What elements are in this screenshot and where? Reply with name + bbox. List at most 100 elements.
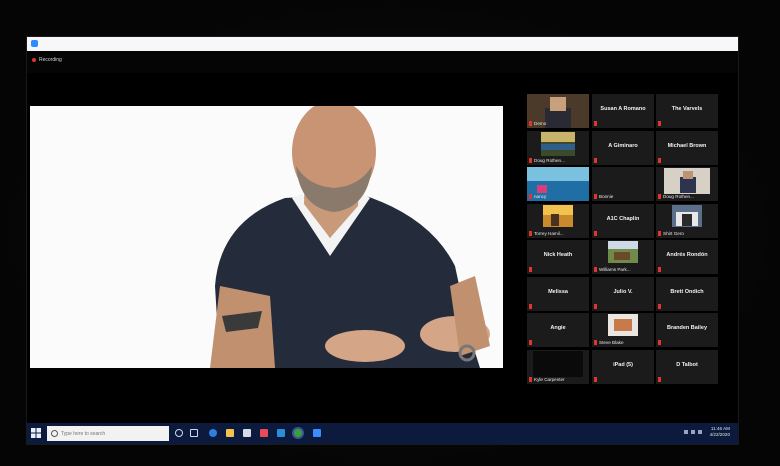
muted-mic-icon [594, 121, 597, 126]
participant-tile[interactable]: Angie [527, 313, 589, 347]
participant-name: Susan A Romano [600, 106, 646, 112]
participant-name: Melissa [548, 288, 568, 295]
store-icon[interactable] [243, 429, 251, 437]
participant-name: Branden Bailey [666, 325, 708, 331]
clock-date: 4/22/2020 [709, 432, 730, 437]
muted-mic-icon [658, 121, 661, 126]
chevron-up-icon[interactable] [684, 430, 688, 434]
muted-mic-icon [658, 157, 661, 163]
participant-tile[interactable]: D Talbot [656, 349, 718, 384]
mail-icon[interactable] [277, 429, 285, 437]
office-icon[interactable] [260, 429, 268, 437]
muted-mic-icon [594, 157, 597, 163]
participant-gallery: Demo Susan A Romano The Varvels Doug Rothen… [527, 94, 718, 384]
muted-mic-icon [529, 376, 532, 382]
muted-mic-icon [658, 194, 661, 199]
participant-tile[interactable]: A Giminaro [592, 130, 654, 165]
muted-mic-icon [529, 121, 532, 126]
participant-tile[interactable]: Melissa [527, 276, 589, 311]
participant-name: The Varvels [671, 106, 703, 112]
muted-mic-icon [594, 376, 597, 382]
muted-mic-icon [658, 376, 661, 382]
participant-name: Julio V. [613, 288, 633, 295]
muted-mic-icon [658, 230, 661, 236]
recording-label: Recording [39, 57, 62, 63]
participant-label: Doug Rothen... [534, 157, 565, 163]
participant-label: Doug Rothen... [663, 194, 694, 199]
participant-tile[interactable]: Demo [527, 94, 589, 128]
participant-name: iPad (5) [613, 361, 633, 368]
muted-mic-icon [658, 340, 661, 345]
search-input[interactable] [61, 430, 161, 437]
participant-tile[interactable]: Kyle Carpenter [527, 349, 589, 384]
muted-mic-icon [529, 157, 532, 163]
participant-tile[interactable]: Nick Heath [527, 240, 589, 274]
participant-tile[interactable]: Doug Rothen... [656, 167, 718, 201]
muted-mic-icon [594, 267, 597, 272]
recording-dot-icon [32, 58, 36, 62]
edge-browser-icon[interactable] [209, 429, 217, 437]
participant-tile[interactable]: Torrey Hamil... [527, 203, 589, 238]
participant-tile[interactable]: Bonnie [592, 167, 654, 201]
recording-indicator[interactable]: Recording [32, 57, 62, 63]
meeting-top-bar: Recording [27, 51, 738, 73]
zoom-taskbar-icon[interactable] [313, 429, 321, 437]
file-explorer-icon[interactable] [226, 429, 234, 437]
participant-name: Nick Heath [543, 252, 573, 258]
cortana-icon[interactable] [175, 429, 183, 437]
participant-tile[interactable]: A1C Chaplin [592, 203, 654, 238]
participant-tile[interactable]: Michael Brown [656, 130, 718, 165]
participant-tile[interactable]: Doug Rothen... [527, 130, 589, 165]
participant-label: Williams Park... [599, 267, 631, 272]
participant-name: Andrés Rondón [666, 252, 708, 258]
participant-tile[interactable]: Susan A Romano [592, 94, 654, 128]
muted-mic-icon [529, 267, 532, 272]
participant-tile[interactable]: Branden Bailey [656, 313, 718, 347]
volume-icon[interactable] [698, 430, 702, 434]
windows-taskbar: 11:46 AM 4/22/2020 [27, 423, 738, 444]
taskbar-clock[interactable]: 11:46 AM 4/22/2020 [710, 426, 730, 438]
participant-name: Angie [550, 325, 566, 331]
participant-label: nancy [534, 194, 547, 199]
muted-mic-icon [594, 340, 597, 345]
search-icon [51, 430, 58, 437]
muted-mic-icon [594, 303, 597, 309]
muted-mic-icon [658, 303, 661, 309]
windows-start-icon[interactable] [31, 428, 41, 438]
chrome-browser-icon[interactable] [294, 429, 302, 437]
muted-mic-icon [594, 194, 597, 199]
taskbar-search[interactable] [47, 426, 169, 441]
participant-label: Bonnie [599, 194, 614, 199]
participant-tile[interactable]: Steve Blake [592, 313, 654, 347]
task-view-icon[interactable] [190, 429, 198, 437]
participant-tile[interactable]: The Varvels [656, 94, 718, 128]
muted-mic-icon [658, 267, 661, 272]
network-icon[interactable] [691, 430, 695, 434]
participant-tile[interactable]: Julio V. [592, 276, 654, 311]
participant-label: Steve Blake [599, 340, 624, 345]
participant-tile[interactable]: Brett Ondich [656, 276, 718, 311]
active-speaker-video[interactable] [30, 106, 503, 368]
window-titlebar [27, 37, 738, 51]
participant-tile[interactable]: nancy [527, 167, 589, 201]
participant-name: Michael Brown [667, 142, 707, 149]
participant-tile[interactable]: Andrés Rondón [656, 240, 718, 274]
participant-name: D Talbot [676, 361, 698, 368]
participant-label: Kyle Carpenter [534, 376, 565, 382]
participant-label: Shirt Gero [663, 230, 684, 236]
participant-name: Brett Ondich [670, 288, 704, 295]
participant-tile[interactable]: iPad (5) [592, 349, 654, 384]
muted-mic-icon [594, 230, 597, 236]
zoom-window: Recording Demo Susan A Romano The Varvel… [27, 37, 738, 444]
muted-mic-icon [529, 340, 532, 345]
participant-label: Torrey Hamil... [534, 230, 564, 236]
participant-tile[interactable]: Shirt Gero [656, 203, 718, 238]
participant-tile[interactable]: Williams Park... [592, 240, 654, 274]
participant-name: A Giminaro [608, 142, 638, 149]
system-tray [684, 430, 702, 434]
muted-mic-icon [529, 194, 532, 199]
muted-mic-icon [529, 303, 532, 309]
speaker-video-frame [30, 106, 503, 368]
participant-name: A1C Chaplin [606, 215, 640, 222]
participant-label: Demo [534, 121, 547, 126]
